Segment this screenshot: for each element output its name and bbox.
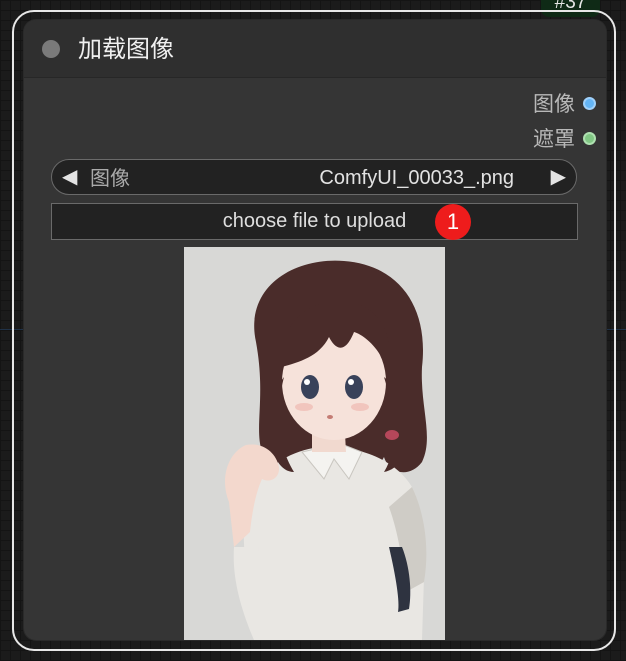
load-image-node[interactable]: 加载图像 图像 遮罩 ◀ 图像 ComfyUI_00033_.png ▶ cho… — [24, 20, 606, 640]
output-image-label: 图像 — [533, 92, 575, 116]
combo-prev-arrow-icon[interactable]: ◀ — [62, 164, 77, 190]
output-mask[interactable]: 遮罩 — [533, 125, 596, 151]
upload-button[interactable]: choose file to upload — [51, 203, 578, 240]
output-image-slot-icon[interactable] — [583, 96, 596, 110]
output-image[interactable]: 图像 — [533, 90, 596, 116]
combo-value[interactable]: ComfyUI_00033_.png — [319, 165, 514, 191]
preview-illustration — [184, 247, 445, 640]
image-combo-widget[interactable]: ◀ 图像 ComfyUI_00033_.png ▶ — [51, 159, 577, 195]
output-mask-slot-icon[interactable] — [583, 131, 596, 145]
node-header[interactable]: 加载图像 — [24, 20, 606, 78]
node-title: 加载图像 — [78, 35, 174, 63]
output-mask-label: 遮罩 — [533, 127, 575, 151]
combo-label: 图像 — [90, 166, 130, 190]
combo-next-arrow-icon[interactable]: ▶ — [551, 164, 566, 190]
image-preview — [184, 247, 445, 640]
annotation-badge: 1 — [435, 204, 471, 240]
node-collapse-dot-icon[interactable] — [42, 40, 60, 58]
